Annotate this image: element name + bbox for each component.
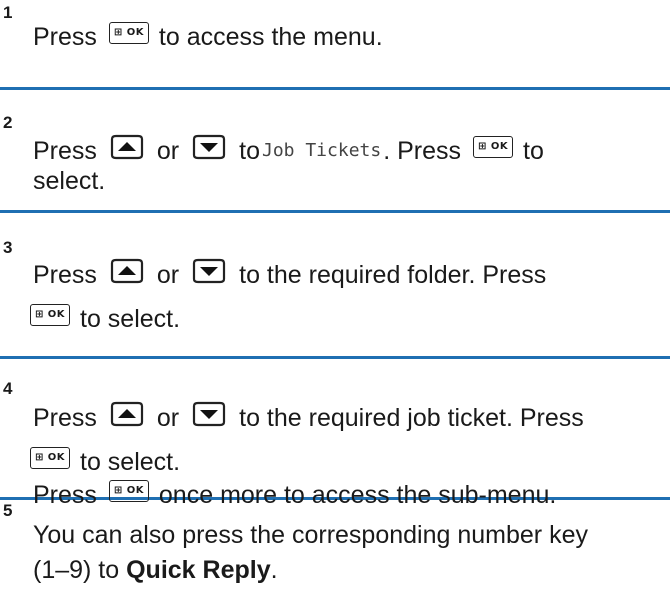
step-text-line-2: select. [33, 166, 105, 196]
press-text: Press [33, 137, 97, 165]
divider [0, 356, 670, 359]
menu-item-job-tickets: Job Tickets [262, 140, 382, 161]
note-line-2: (1–9) to Quick Reply. [33, 555, 278, 585]
note-text: You can also press the corresponding num… [33, 521, 588, 549]
up-arrow-key-icon [109, 401, 145, 427]
down-arrow-key-icon [191, 134, 227, 160]
step-text-line-1: Press or to the required job ticket. Pre… [33, 401, 584, 433]
press-text: Press [33, 261, 97, 289]
or-text: or [156, 137, 180, 165]
step-text-line-1: Press or to Job Tickets. Press ⊞ OK to [33, 134, 544, 166]
step-text-line-2: ⊞ OK to select. [30, 304, 180, 334]
note-text: (1–9) to [33, 556, 127, 584]
note-text: . [270, 556, 278, 584]
press-text: . Press [383, 137, 462, 165]
press-text: Press [33, 481, 97, 509]
divider [0, 87, 670, 90]
instruction-text: to select. [80, 448, 181, 476]
step-number: 2 [3, 113, 13, 132]
instruction-text: once more to access the sub-menu. [158, 481, 557, 509]
step-number: 4 [3, 379, 13, 398]
up-arrow-key-icon [109, 258, 145, 284]
or-text: or [156, 404, 180, 432]
or-text: or [156, 261, 180, 289]
instruction-text: to the required job ticket. Press [239, 404, 584, 432]
instruction-text: to access the menu. [158, 23, 383, 51]
divider [0, 210, 670, 213]
step-text-line-1: Press ⊞ OK once more to access the sub-m… [33, 480, 556, 510]
quick-reply-label: Quick Reply [126, 556, 271, 584]
instruction-text: to select. [80, 305, 181, 333]
press-text: Press [33, 404, 97, 432]
to-text: to [239, 137, 260, 165]
ok-menu-key-icon: ⊞ OK [473, 136, 514, 158]
instruction-text: to the required folder. Press [239, 261, 547, 289]
step-text-line-2: ⊞ OK to select. [30, 447, 180, 477]
step-text: Press ⊞ OK to access the menu. [33, 22, 383, 52]
step-number: 5 [3, 501, 13, 520]
ok-menu-key-icon: ⊞ OK [30, 447, 70, 469]
ok-menu-key-icon: ⊞ OK [30, 304, 70, 326]
ok-menu-key-icon: ⊞ OK [108, 22, 149, 44]
down-arrow-key-icon [191, 401, 227, 427]
up-arrow-key-icon [109, 134, 145, 160]
ok-menu-key-icon: ⊞ OK [108, 480, 149, 502]
step-number: 1 [3, 3, 13, 22]
select-text: select. [33, 167, 106, 195]
down-arrow-key-icon [191, 258, 227, 284]
note-line-1: You can also press the corresponding num… [33, 520, 588, 550]
step-text-line-1: Press or to the required folder. Press [33, 258, 547, 290]
to-text: to [523, 137, 544, 165]
press-text: Press [33, 23, 97, 51]
step-number: 3 [3, 238, 13, 257]
